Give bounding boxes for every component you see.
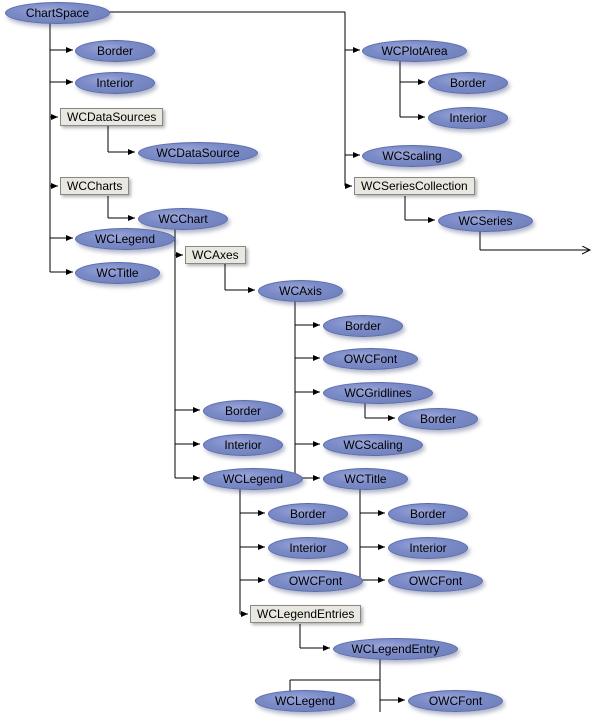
node-wcscaling-axis: WCScaling <box>323 434 423 456</box>
node-border-gridlines: Border <box>398 408 478 430</box>
node-wcscaling-plotarea: WCScaling <box>362 145 462 167</box>
node-interior-plotarea: Interior <box>428 107 508 129</box>
node-border: Border <box>75 40 155 62</box>
node-owcfont-entry: OWCFont <box>408 690 503 712</box>
node-wctitle-axis: WCTitle <box>323 468 408 490</box>
node-wcseriescollection: WCSeriesCollection <box>354 177 475 195</box>
node-border-title: Border <box>388 503 468 525</box>
node-interior-chart: Interior <box>203 434 283 456</box>
node-wcplotarea: WCPlotArea <box>362 40 467 62</box>
node-owcfont-axis: OWCFont <box>323 348 418 370</box>
node-wccharts: WCCharts <box>60 177 129 195</box>
node-wclegendentries: WCLegendEntries <box>250 605 361 623</box>
node-interior: Interior <box>75 72 155 94</box>
node-wcdatasources: WCDataSources <box>60 108 163 126</box>
node-wclegend: WCLegend <box>75 228 175 250</box>
node-border-legend: Border <box>268 503 348 525</box>
node-wcdatasource: WCDataSource <box>138 142 258 164</box>
node-wcgridlines: WCGridlines <box>323 382 433 404</box>
node-border-chart: Border <box>203 400 283 422</box>
node-interior-legend: Interior <box>268 537 348 559</box>
node-owcfont-legend: OWCFont <box>268 570 363 592</box>
node-border-plotarea: Border <box>428 72 508 94</box>
node-wctitle: WCTitle <box>75 262 160 284</box>
node-wcchart: WCChart <box>138 208 228 230</box>
node-wclegend-entry: WCLegend <box>255 690 355 712</box>
node-wcseries: WCSeries <box>438 210 533 232</box>
node-wclegendentry: WCLegendEntry <box>333 638 458 660</box>
node-wclegend-chart: WCLegend <box>203 468 303 490</box>
node-interior-title: Interior <box>388 537 468 559</box>
node-wcaxes: WCAxes <box>185 246 246 264</box>
node-wcaxis: WCAxis <box>258 280 343 302</box>
node-border-axis: Border <box>323 315 403 337</box>
node-chartspace: ChartSpace <box>5 2 110 24</box>
node-owcfont-title: OWCFont <box>388 570 483 592</box>
